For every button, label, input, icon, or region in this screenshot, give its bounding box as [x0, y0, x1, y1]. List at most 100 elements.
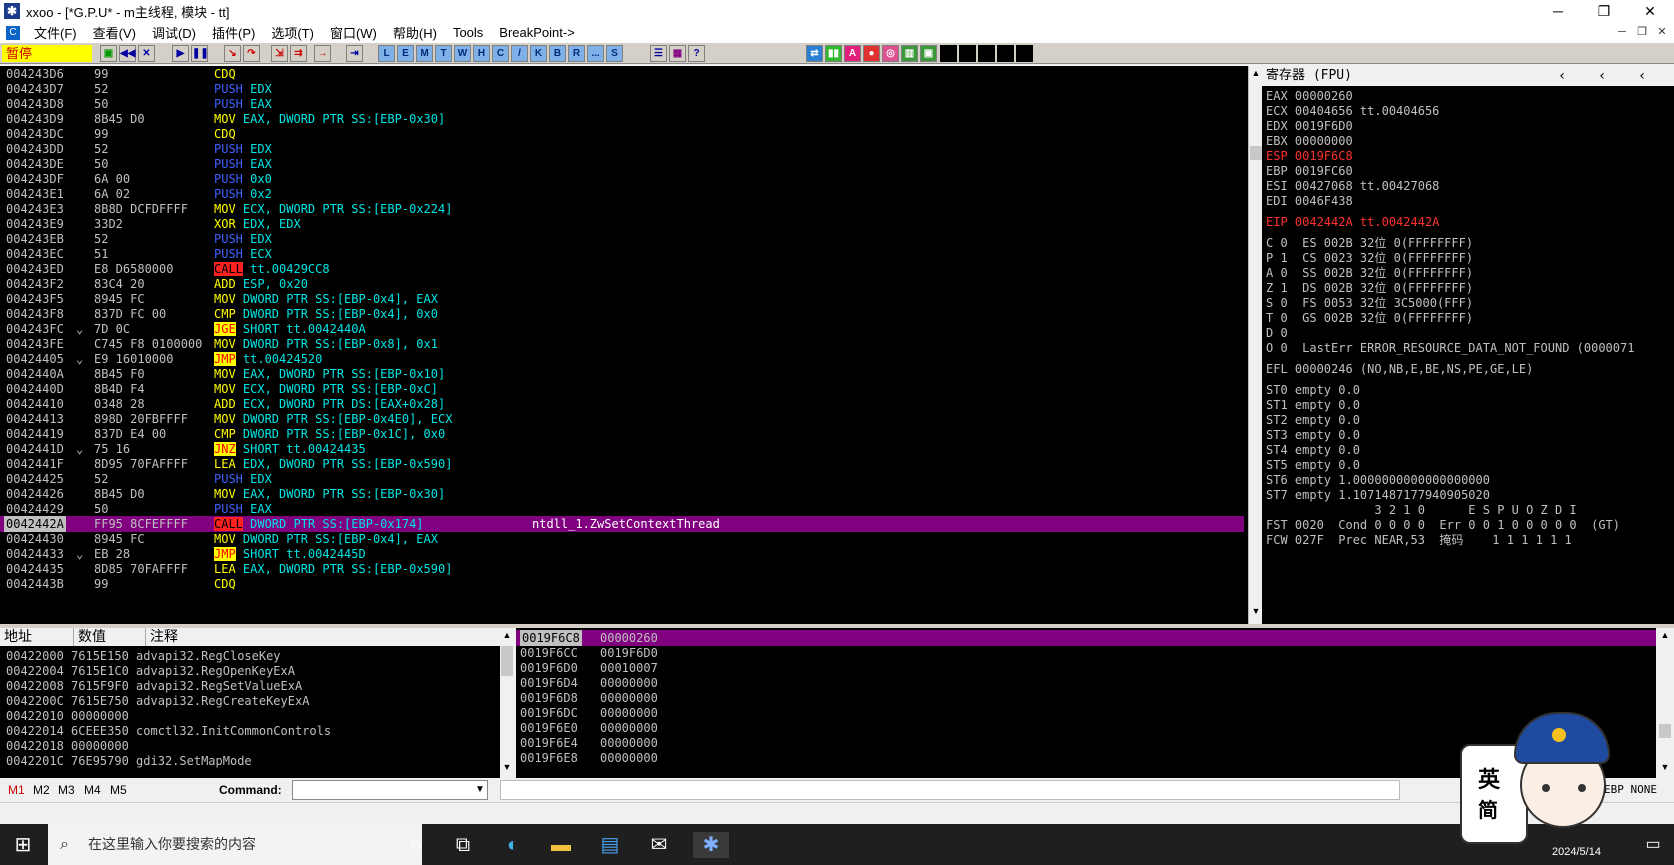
disasm-row[interactable]: 004243DF 6A 00 PUSH 0x0 — [0, 171, 1244, 187]
source-window-button[interactable]: S — [606, 45, 623, 62]
register-line[interactable]: ST0 empty 0.0 — [1266, 382, 1360, 398]
disasm-row[interactable]: 00424430 8945 FC MOV DWORD PTR SS:[EBP-0x4… — [0, 531, 1244, 547]
ime-mascot[interactable]: 英 简 — [1460, 712, 1612, 862]
scroll-up-icon[interactable]: ▲ — [1250, 68, 1262, 80]
register-line[interactable]: EBP 0019FC60 — [1266, 163, 1353, 179]
disasm-row[interactable]: 004243D6 99 CDQ — [0, 66, 1244, 82]
grid-icon[interactable]: ▦ — [669, 45, 686, 62]
scroll-down-icon[interactable]: ▼ — [501, 762, 513, 774]
dump-row[interactable]: 0042201C 76E95790 gdi32.SetMapMode — [6, 753, 252, 769]
register-line[interactable]: FCW 027F Prec NEAR,53 掩码 1 1 1 1 1 1 — [1266, 532, 1572, 548]
help-icon[interactable]: ? — [688, 45, 705, 62]
disasm-row[interactable]: 004243E3 8B8D DCFDFFFF MOV ECX, DWORD PTR … — [0, 201, 1244, 217]
disasm-row[interactable]: 004243F2 83C4 20 ADD ESP, 0x20 — [0, 276, 1244, 292]
stack-row[interactable]: 0019F6D8 00000000 — [516, 690, 1656, 706]
trace-into-icon[interactable]: ⇲ — [271, 45, 288, 62]
plugin-slot-icon[interactable] — [997, 45, 1014, 62]
disasm-row[interactable]: 00424419 837D E4 00 CMP DWORD PTR SS:[EBP-… — [0, 426, 1244, 442]
memory-window-button[interactable]: M — [416, 45, 433, 62]
registers-header[interactable]: 寄存器 (FPU) ‹ ‹ ‹ — [1262, 66, 1674, 86]
disasm-row[interactable]: 004243D8 50 PUSH EAX — [0, 96, 1244, 112]
disasm-row[interactable]: 0042442A FF95 8CFEFFFF CALL DWORD PTR SS:[… — [0, 516, 1244, 532]
column-value[interactable]: 数值 — [74, 628, 146, 646]
disasm-row[interactable]: 00424405 ⌄ E9 16010000 JMP tt.00424520 — [0, 351, 1244, 367]
disasm-row[interactable]: 0042440D 8B4D F4 MOV ECX, DWORD PTR SS:[EB… — [0, 381, 1244, 397]
threads-window-button[interactable]: T — [435, 45, 452, 62]
plugin-slot-icon[interactable] — [940, 45, 957, 62]
windows-start-icon[interactable]: ⊞ — [10, 832, 36, 858]
step-over-icon[interactable]: ↷ — [243, 45, 260, 62]
register-line[interactable]: ST7 empty 1.1071487177940905020 — [1266, 487, 1490, 503]
menu-file[interactable]: 文件(F) — [26, 23, 85, 42]
store-icon[interactable]: ▤ — [597, 832, 623, 858]
dump-row[interactable]: 00422004 7615E1C0 advapi32.RegOpenKeyExA — [6, 663, 295, 679]
close-button[interactable]: ✕ — [1627, 0, 1673, 22]
scroll-down-icon[interactable]: ▼ — [1250, 606, 1262, 618]
modules-window-button[interactable]: E — [397, 45, 414, 62]
ime-mode-simplified[interactable]: 简 — [1478, 794, 1498, 823]
register-line[interactable]: S 0 FS 0053 32位 3C5000(FFF) — [1266, 295, 1473, 311]
disasm-row[interactable]: 004243DD 52 PUSH EDX — [0, 141, 1244, 157]
scroll-thumb[interactable] — [1659, 724, 1671, 738]
close-debug-icon[interactable]: ✕ — [138, 45, 155, 62]
dump-row[interactable]: 00422014 6CEEE350 comctl32.InitCommonCon… — [6, 723, 331, 739]
mail-icon[interactable]: ✉ — [646, 832, 672, 858]
disasm-row[interactable]: 004243EB 52 PUSH EDX — [0, 231, 1244, 247]
plugin-slot-icon[interactable] — [1016, 45, 1033, 62]
plugin-bars-icon[interactable]: ▥ — [901, 45, 918, 62]
tab-m3[interactable]: M3 — [58, 783, 75, 797]
command-input[interactable] — [292, 780, 488, 800]
menu-help[interactable]: 帮助(H) — [385, 23, 445, 42]
disasm-row[interactable]: 00424435 8D85 70FAFFFF LEA EAX, DWORD PTR … — [0, 561, 1244, 577]
record-icon[interactable]: ● — [863, 45, 880, 62]
chevron-down-icon[interactable]: ▼ — [472, 781, 488, 799]
disassembly-scrollbar[interactable]: ▲ ▼ — [1248, 66, 1262, 624]
stack-row[interactable]: 0019F6CC 0019F6D0 — [516, 645, 1656, 661]
callstack-window-button[interactable]: K — [530, 45, 547, 62]
file-explorer-icon[interactable]: ▬ — [548, 832, 574, 858]
register-line[interactable]: P 1 CS 0023 32位 0(FFFFFFFF) — [1266, 250, 1473, 266]
disasm-row[interactable]: 0042441D ⌄ 75 16 JNZ SHORT tt.00424435 — [0, 441, 1244, 457]
plugin-a-icon[interactable]: A — [844, 45, 861, 62]
disasm-row[interactable]: 0042443B 99 CDQ — [0, 576, 1244, 592]
scroll-up-icon[interactable]: ▲ — [501, 630, 513, 642]
plugin-slot-icon[interactable] — [978, 45, 995, 62]
register-line[interactable]: EAX 00000260 — [1266, 88, 1353, 104]
maximize-button[interactable]: ❐ — [1581, 0, 1627, 22]
disasm-row[interactable]: 004243F5 8945 FC MOV DWORD PTR SS:[EBP-0x4… — [0, 291, 1244, 307]
register-line[interactable]: EDX 0019F6D0 — [1266, 118, 1353, 134]
edge-icon[interactable]: ◐ — [500, 832, 526, 858]
disasm-row[interactable]: 00424426 8B45 D0 MOV EAX, DWORD PTR SS:[EB… — [0, 486, 1244, 502]
disasm-row[interactable]: 004243EC 51 PUSH ECX — [0, 246, 1244, 262]
column-comment[interactable]: 注释 — [146, 628, 500, 646]
ime-mode-english[interactable]: 英 — [1478, 762, 1500, 794]
disasm-row[interactable]: 004243FE C745 F8 0100000 MOV DWORD PTR SS:… — [0, 336, 1244, 352]
disasm-row[interactable]: 004243F8 837D FC 00 CMP DWORD PTR SS:[EBP-… — [0, 306, 1244, 322]
stack-row[interactable]: 0019F6D0 00010007 — [516, 660, 1656, 676]
register-line[interactable]: EIP 0042442A tt.0042442A — [1266, 214, 1439, 230]
minimize-button[interactable]: ─ — [1535, 0, 1581, 22]
register-line[interactable]: C 0 ES 002B 32位 0(FFFFFFFF) — [1266, 235, 1473, 251]
list-icon[interactable]: ☰ — [650, 45, 667, 62]
handles-window-button[interactable]: H — [473, 45, 490, 62]
scroll-thumb[interactable] — [501, 646, 513, 676]
disasm-row[interactable]: 004243DE 50 PUSH EAX — [0, 156, 1244, 172]
tab-m1[interactable]: M1 — [8, 783, 25, 797]
debugger-taskbar-icon[interactable]: ✱ — [693, 832, 729, 858]
register-line[interactable]: ST1 empty 0.0 — [1266, 397, 1360, 413]
stack-row[interactable]: 0019F6C8 00000260 — [516, 630, 1656, 646]
register-line[interactable]: ESP 0019F6C8 — [1266, 148, 1353, 164]
menu-debug[interactable]: 调试(D) — [144, 23, 204, 42]
cortana-icon[interactable]: ○ — [403, 832, 429, 858]
patches-window-button[interactable]: / — [511, 45, 528, 62]
dump-row[interactable]: 0042200C 7615E750 advapi32.RegCreateKeyE… — [6, 693, 309, 709]
disasm-row[interactable]: 0042440A 8B45 F0 MOV EAX, DWORD PTR SS:[EB… — [0, 366, 1244, 382]
goto-icon[interactable]: ⇥ — [346, 45, 363, 62]
chevron-left-icon[interactable]: ‹ — [1598, 66, 1606, 86]
breakpoints-window-button[interactable]: B — [549, 45, 566, 62]
registers-pane[interactable]: 寄存器 (FPU) ‹ ‹ ‹ EAX 00000260 ECX 00404656… — [1262, 66, 1674, 624]
windows-window-button[interactable]: W — [454, 45, 471, 62]
disasm-row[interactable]: 00424425 52 PUSH EDX — [0, 471, 1244, 487]
execute-till-return-icon[interactable]: → — [314, 45, 331, 62]
register-line[interactable]: ECX 00404656 tt.00404656 — [1266, 103, 1439, 119]
